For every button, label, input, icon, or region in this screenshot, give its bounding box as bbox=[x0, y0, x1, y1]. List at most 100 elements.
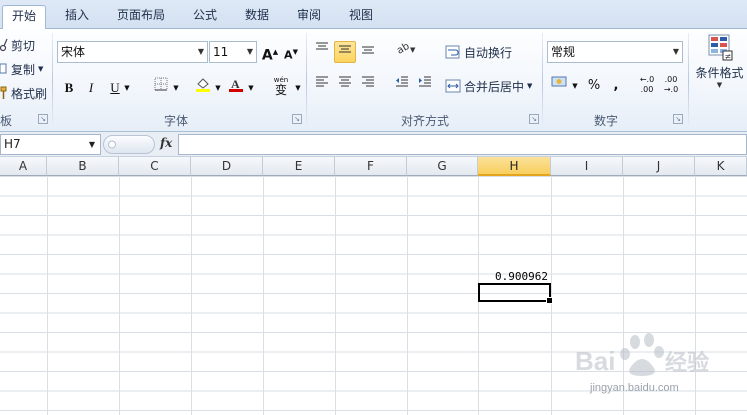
increase-decimal-bottom: .00 bbox=[640, 85, 654, 94]
merge-cells-icon bbox=[445, 79, 461, 93]
phonetic-dropdown-icon[interactable]: ▼ bbox=[293, 77, 303, 99]
text-orientation-icon: ab▼ bbox=[395, 41, 416, 57]
column-gridline bbox=[263, 176, 264, 415]
border-dropdown-icon[interactable]: ▼ bbox=[171, 77, 181, 99]
tab-review[interactable]: 审阅 bbox=[288, 5, 330, 29]
increase-indent-button[interactable] bbox=[414, 75, 436, 97]
border-button[interactable] bbox=[150, 77, 172, 99]
tab-insert[interactable]: 插入 bbox=[56, 5, 98, 29]
alignment-launcher-icon[interactable]: ↘ bbox=[529, 114, 539, 124]
watermark-url: jingyan.baidu.com bbox=[590, 382, 679, 394]
formula-input[interactable] bbox=[178, 134, 747, 155]
phonetic-button[interactable]: wén 变 bbox=[268, 75, 294, 97]
column-header-i[interactable]: I bbox=[551, 157, 623, 176]
tab-view[interactable]: 视图 bbox=[340, 5, 382, 29]
align-middle-button[interactable] bbox=[334, 41, 356, 63]
format-painter-button[interactable]: 格式刷 bbox=[0, 82, 47, 104]
tab-formulas[interactable]: 公式 bbox=[184, 5, 226, 29]
align-right-button[interactable] bbox=[357, 75, 379, 97]
column-header-k[interactable]: K bbox=[695, 157, 747, 176]
grip-dots-icon bbox=[108, 140, 116, 149]
name-box-value: H7 bbox=[4, 137, 21, 151]
column-header-a[interactable]: A bbox=[0, 157, 47, 176]
clipboard-launcher-icon[interactable]: ↘ bbox=[38, 114, 48, 124]
column-gridline bbox=[119, 176, 120, 415]
accounting-dropdown-icon[interactable]: ▼ bbox=[570, 75, 580, 97]
cut-label: 剪切 bbox=[11, 38, 36, 53]
align-bottom-icon bbox=[362, 46, 374, 54]
active-cell-selection[interactable] bbox=[478, 283, 553, 304]
paintbrush-icon bbox=[0, 86, 8, 100]
phonetic-char: 变 bbox=[274, 83, 287, 97]
column-header-g[interactable]: G bbox=[407, 157, 478, 176]
percent-style-button[interactable]: % bbox=[583, 75, 605, 97]
number-format-value: 常规 bbox=[551, 45, 576, 59]
format-painter-label: 格式刷 bbox=[11, 86, 48, 101]
italic-button[interactable]: I bbox=[80, 77, 102, 99]
increase-decimal-button[interactable]: ←.0 .00 bbox=[636, 75, 658, 97]
group-divider bbox=[52, 33, 53, 128]
insert-function-button[interactable]: fx bbox=[160, 136, 172, 150]
align-top-button[interactable] bbox=[311, 41, 333, 63]
align-right-icon bbox=[362, 76, 374, 87]
font-color-dropdown-icon[interactable]: ▼ bbox=[246, 77, 256, 99]
svg-text:经验: 经验 bbox=[665, 350, 709, 375]
name-box[interactable]: H7 ▼ bbox=[0, 134, 101, 155]
column-header-e[interactable]: E bbox=[263, 157, 335, 176]
column-header-j[interactable]: J bbox=[623, 157, 695, 176]
orientation-button[interactable]: ab ▼ bbox=[393, 41, 419, 63]
column-gridline bbox=[47, 176, 48, 415]
chevron-down-icon: ▼ bbox=[527, 82, 533, 90]
align-center-button[interactable] bbox=[334, 75, 356, 97]
fill-color-dropdown-icon[interactable]: ▼ bbox=[213, 77, 223, 99]
font-name-value: 宋体 bbox=[61, 45, 86, 59]
column-gridline bbox=[551, 176, 552, 415]
grow-font-icon: A bbox=[261, 47, 273, 64]
align-middle-icon bbox=[339, 45, 351, 53]
align-bottom-button[interactable] bbox=[357, 41, 379, 63]
font-launcher-icon[interactable]: ↘ bbox=[292, 114, 302, 124]
number-launcher-icon[interactable]: ↘ bbox=[673, 114, 683, 124]
chevron-down-icon: ▼ bbox=[246, 47, 253, 56]
comma-style-button[interactable]: , bbox=[605, 75, 627, 97]
formula-bar-pill bbox=[103, 135, 155, 154]
number-format-combo[interactable]: 常规 ▼ bbox=[547, 41, 683, 63]
font-color-button[interactable]: A bbox=[225, 77, 247, 99]
increase-decimal-top: ←.0 bbox=[639, 75, 655, 84]
increase-font-size-button[interactable]: A▲ bbox=[259, 41, 281, 64]
copy-button[interactable]: 复制 ▼ bbox=[0, 58, 43, 80]
svg-text:Bai: Bai bbox=[575, 346, 615, 376]
number-group-label: 数字 bbox=[593, 114, 618, 128]
column-header-f[interactable]: F bbox=[335, 157, 407, 176]
decrease-decimal-top: .00 bbox=[664, 75, 678, 84]
svg-text:≠: ≠ bbox=[724, 52, 731, 61]
align-left-button[interactable] bbox=[311, 75, 333, 97]
fill-color-button[interactable] bbox=[192, 77, 214, 99]
group-divider bbox=[688, 33, 689, 128]
bold-button[interactable]: B bbox=[58, 77, 80, 99]
formula-bar: H7 ▼ fx bbox=[0, 132, 747, 157]
merge-center-button[interactable]: 合并后居中 ▼ bbox=[445, 75, 532, 97]
font-name-combo[interactable]: 宋体 ▼ bbox=[57, 41, 208, 63]
underline-dropdown-icon[interactable]: ▼ bbox=[122, 77, 132, 99]
currency-icon bbox=[551, 76, 567, 87]
conditional-formatting-icon: ≠ bbox=[708, 34, 732, 61]
column-header-b[interactable]: B bbox=[47, 157, 119, 176]
column-gridline bbox=[191, 176, 192, 415]
tab-home[interactable]: 开始 bbox=[2, 5, 47, 30]
align-center-icon bbox=[339, 76, 351, 87]
accounting-format-button[interactable] bbox=[549, 75, 571, 97]
cut-button[interactable]: 剪切 bbox=[0, 34, 35, 56]
column-header-d[interactable]: D bbox=[191, 157, 263, 176]
font-size-combo[interactable]: 11 ▼ bbox=[209, 41, 257, 63]
decrease-font-size-button[interactable]: A▼ bbox=[280, 41, 302, 63]
decrease-indent-button[interactable] bbox=[391, 75, 413, 97]
decrease-decimal-button[interactable]: .00 →.0 bbox=[660, 75, 682, 97]
ribbon: 剪切 复制 ▼ 格式刷 板 ↘ 宋体 ▼ 11 ▼ A▲ A▼ B I U ▼ … bbox=[0, 29, 747, 132]
tab-page-layout[interactable]: 页面布局 bbox=[108, 5, 174, 29]
wrap-text-button[interactable]: 自动换行 bbox=[445, 41, 512, 63]
conditional-formatting-button[interactable]: ≠ 条件格式 ▼ bbox=[692, 33, 747, 105]
tab-data[interactable]: 数据 bbox=[236, 5, 278, 29]
column-header-h[interactable]: H bbox=[478, 157, 551, 176]
column-header-c[interactable]: C bbox=[119, 157, 191, 176]
